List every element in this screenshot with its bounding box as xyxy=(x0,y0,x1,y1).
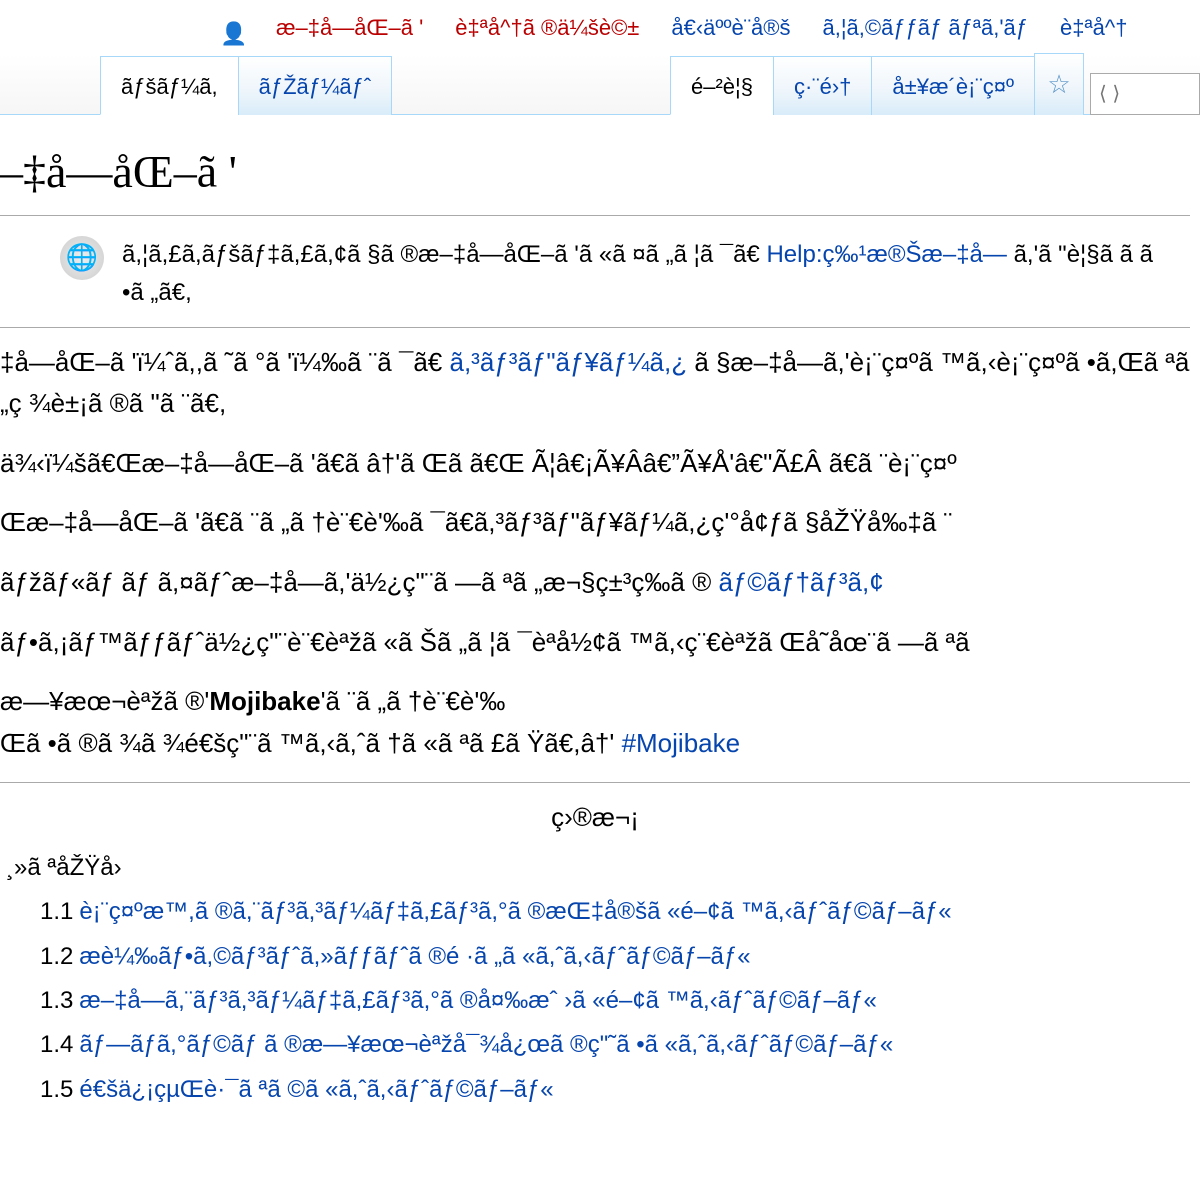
toc-link[interactable]: è¡¨ç¤ºæ™,ã ®ã,¨ãƒ³ã,³ãƒ¼ãƒ‡ã,£ãƒ³ã,°ã ®æ… xyxy=(79,898,951,925)
para-0-pre: ‡å—åŒ–ã 'ï¼ˆã,,ã ˜ã °ã 'ï¼‰ã ¨ã ¯ã€ xyxy=(0,347,442,377)
content: –‡å—åŒ–ã ' 🌐 ã,¦ã,£ã,­ãƒšãƒ‡ã,£ã,¢ã §ã ®… xyxy=(0,135,1200,1109)
user-link[interactable]: æ–‡å—åŒ–ã ' xyxy=(276,15,423,40)
toc-num: 1.3 xyxy=(40,987,73,1014)
tabs-left: ãƒšãƒ¼ã, ãƒŽãƒ¼ãƒˆ xyxy=(100,55,391,114)
para-5-post: 'ã ¨ã „ã †è¨€è'‰ xyxy=(321,686,506,716)
para-2: Œæ–‡å—åŒ–ã 'ã€ã ¨ã „ã †è¨€è'‰ã ¯ã€ã,³ãƒ³… xyxy=(0,502,1190,544)
toc-num: 1.4 xyxy=(40,1031,73,1058)
hatnote-link[interactable]: Help:ç‰¹æ®Šæ–‡å— xyxy=(766,241,1006,268)
para-2-pre: Œæ–‡å—åŒ–ã 'ã€ã ¨ã „ã †è¨€è'‰ã ¯ã€ã,³ãƒ³… xyxy=(0,507,952,537)
para-3: ãƒžãƒ«ãƒ ãƒ ã,¤ãƒˆæ–‡å—ã,'ä½¿ç"¨ã —ã ªã … xyxy=(0,562,1190,604)
toc-section-heading: ¸»ã ªåŽŸå› xyxy=(6,849,1190,887)
toc-link[interactable]: æ–‡å—ã,¨ãƒ³ã,³ãƒ¼ãƒ‡ã,£ãƒ³ã,°ã ®å¤‰æˆ ›ã… xyxy=(79,987,876,1014)
wikipedia-logo-icon: 🌐 xyxy=(60,236,104,280)
para-4: ãƒ•ã,¡ãƒ™ãƒƒãƒˆä½¿ç"¨è¨€èªžã «ã Šã „ã ¦ã… xyxy=(0,622,1190,664)
topnav-link-2[interactable]: ã,¦ã,©ãƒƒãƒ ãƒªã,'ãƒ xyxy=(822,10,1028,45)
divider xyxy=(0,782,1190,783)
toc-item[interactable]: 1.1è¡¨ç¤ºæ™,ã ®ã,¨ãƒ³ã,³ãƒ¼ãƒ‡ã,£ãƒ³ã,°ã… xyxy=(40,893,1190,931)
tab-page[interactable]: ãƒšãƒ¼ã, xyxy=(100,56,239,115)
para-1: ä¾‹ï¼šã€Œæ–‡å—åŒ–ã 'ã€ã â†'ã Œã ã€Œ Ã¦â€… xyxy=(0,443,1190,485)
toc-link[interactable]: æ­è¼‰ãƒ•ã,©ãƒ³ãƒˆã,»ãƒƒãƒˆã ®é ·ã „ã «ã,… xyxy=(79,943,750,970)
topnav-link-3[interactable]: è‡ªå^† xyxy=(1060,10,1127,45)
tabs-row: ãƒšãƒ¼ã, ãƒŽãƒ¼ãƒˆ é–²è¦§ ç·¨é›† å±¥æ­´è… xyxy=(0,55,1200,115)
para-3-pre: ãƒžãƒ«ãƒ ãƒ ã,¤ãƒˆæ–‡å—ã,'ä½¿ç"¨ã —ã ªã … xyxy=(0,567,711,597)
para-5: æ—¥æœ¬èªžã ®'Mojibake'ã ¨ã „ã †è¨€è'‰ Œã… xyxy=(0,681,1190,764)
top-user-nav: 👤 æ–‡å—åŒ–ã ' è‡ªå^†ã ®ä¼šè©± å€‹äººè¨å®… xyxy=(0,0,1200,55)
search-input[interactable] xyxy=(1090,73,1200,115)
toc-item[interactable]: 1.3æ–‡å—ã,¨ãƒ³ã,³ãƒ¼ãƒ‡ã,£ãƒ³ã,°ã ®å¤‰æˆ… xyxy=(40,982,1190,1020)
tab-edit[interactable]: ç·¨é›† xyxy=(773,56,872,115)
toc-list: 1.1è¡¨ç¤ºæ™,ã ®ã,¨ãƒ³ã,³ãƒ¼ãƒ‡ã,£ãƒ³ã,°ã… xyxy=(0,893,1190,1109)
toc-item[interactable]: 1.2æ­è¼‰ãƒ•ã,©ãƒ³ãƒˆã,»ãƒƒãƒˆã ®é ·ã „ã … xyxy=(40,938,1190,976)
page-title: –‡å—åŒ–ã ' xyxy=(0,135,1190,216)
topnav-link-1[interactable]: å€‹äººè¨å®š xyxy=(671,10,790,45)
topnav-link-0[interactable]: è‡ªå^†ã ®ä¼šè©± xyxy=(455,15,639,40)
tab-history[interactable]: å±¥æ­´è¡¨ç¤º xyxy=(871,56,1035,115)
toc-title: ç›®æ¬¡ xyxy=(0,797,1190,839)
hatnote: 🌐 ã,¦ã,£ã,­ãƒšãƒ‡ã,£ã,¢ã §ã ®æ–‡å—åŒ–ã '… xyxy=(0,222,1190,328)
toc-item[interactable]: 1.5é€šä¿¡çµŒè·¯ã ªã ©ã «ã,ˆã,‹ãƒˆãƒ©ãƒ–ã… xyxy=(40,1071,1190,1109)
toc-link[interactable]: é€šä¿¡çµŒè·¯ã ªã ©ã «ã,ˆã,‹ãƒˆãƒ©ãƒ–ãƒ« xyxy=(79,1076,553,1103)
para-0-link[interactable]: ã,³ãƒ³ãƒ"ãƒ¥ãƒ¼ã,¿ xyxy=(449,347,687,377)
para-5-link2[interactable]: #Mojibake xyxy=(622,728,741,758)
hatnote-pre: ã,¦ã,£ã,­ãƒšãƒ‡ã,£ã,¢ã §ã ®æ–‡å—åŒ–ã 'ã … xyxy=(122,241,760,268)
para-3-link[interactable]: ãƒ©ãƒ†ãƒ³ã,¢ xyxy=(718,567,883,597)
para-5-bold: Mojibake xyxy=(209,686,320,716)
toc-link[interactable]: ãƒ—ãƒ­ã,°ãƒ©ãƒ ã ®æ—¥æœ¬èªžå¯¾å¿œã ®ç"˜ã… xyxy=(79,1031,893,1058)
para-4-pre: ãƒ•ã,¡ãƒ™ãƒƒãƒˆä½¿ç"¨è¨€èªžã «ã Šã „ã ¦ã… xyxy=(0,627,970,657)
toc-num: 1.2 xyxy=(40,943,73,970)
toc-item[interactable]: 1.4ãƒ—ãƒ­ã,°ãƒ©ãƒ ã ®æ—¥æœ¬èªžå¯¾å¿œã ®ç… xyxy=(40,1026,1190,1064)
tabs-right: é–²è¦§ ç·¨é›† å±¥æ­´è¡¨ç¤º xyxy=(670,55,1034,114)
hatnote-text: ã,¦ã,£ã,­ãƒšãƒ‡ã,£ã,¢ã §ã ®æ–‡å—åŒ–ã 'ã … xyxy=(122,236,1180,313)
tab-view[interactable]: é–²è¦§ xyxy=(670,56,774,115)
toc-num: 1.5 xyxy=(40,1076,73,1103)
user-icon: 👤 xyxy=(220,16,244,40)
watchlist-star-icon[interactable]: ☆ xyxy=(1034,53,1084,116)
para-5-l2pre: Œã •ã ®ã ¾ã ¾é€šç"¨ã ™ã,‹ã,ˆã †ã «ã ªã £… xyxy=(0,728,614,758)
para-5-pre: æ—¥æœ¬èªžã ®' xyxy=(0,686,209,716)
tab-notes[interactable]: ãƒŽãƒ¼ãƒˆ xyxy=(238,56,393,115)
toc-num: 1.1 xyxy=(40,898,73,925)
para-1-pre: ä¾‹ï¼šã€Œæ–‡å—åŒ–ã 'ã€ã â†'ã Œã ã€Œ Ã¦â€… xyxy=(0,448,957,478)
para-0: ‡å—åŒ–ã 'ï¼ˆã,,ã ˜ã °ã 'ï¼‰ã ¨ã ¯ã€ ã,³ã… xyxy=(0,342,1190,425)
